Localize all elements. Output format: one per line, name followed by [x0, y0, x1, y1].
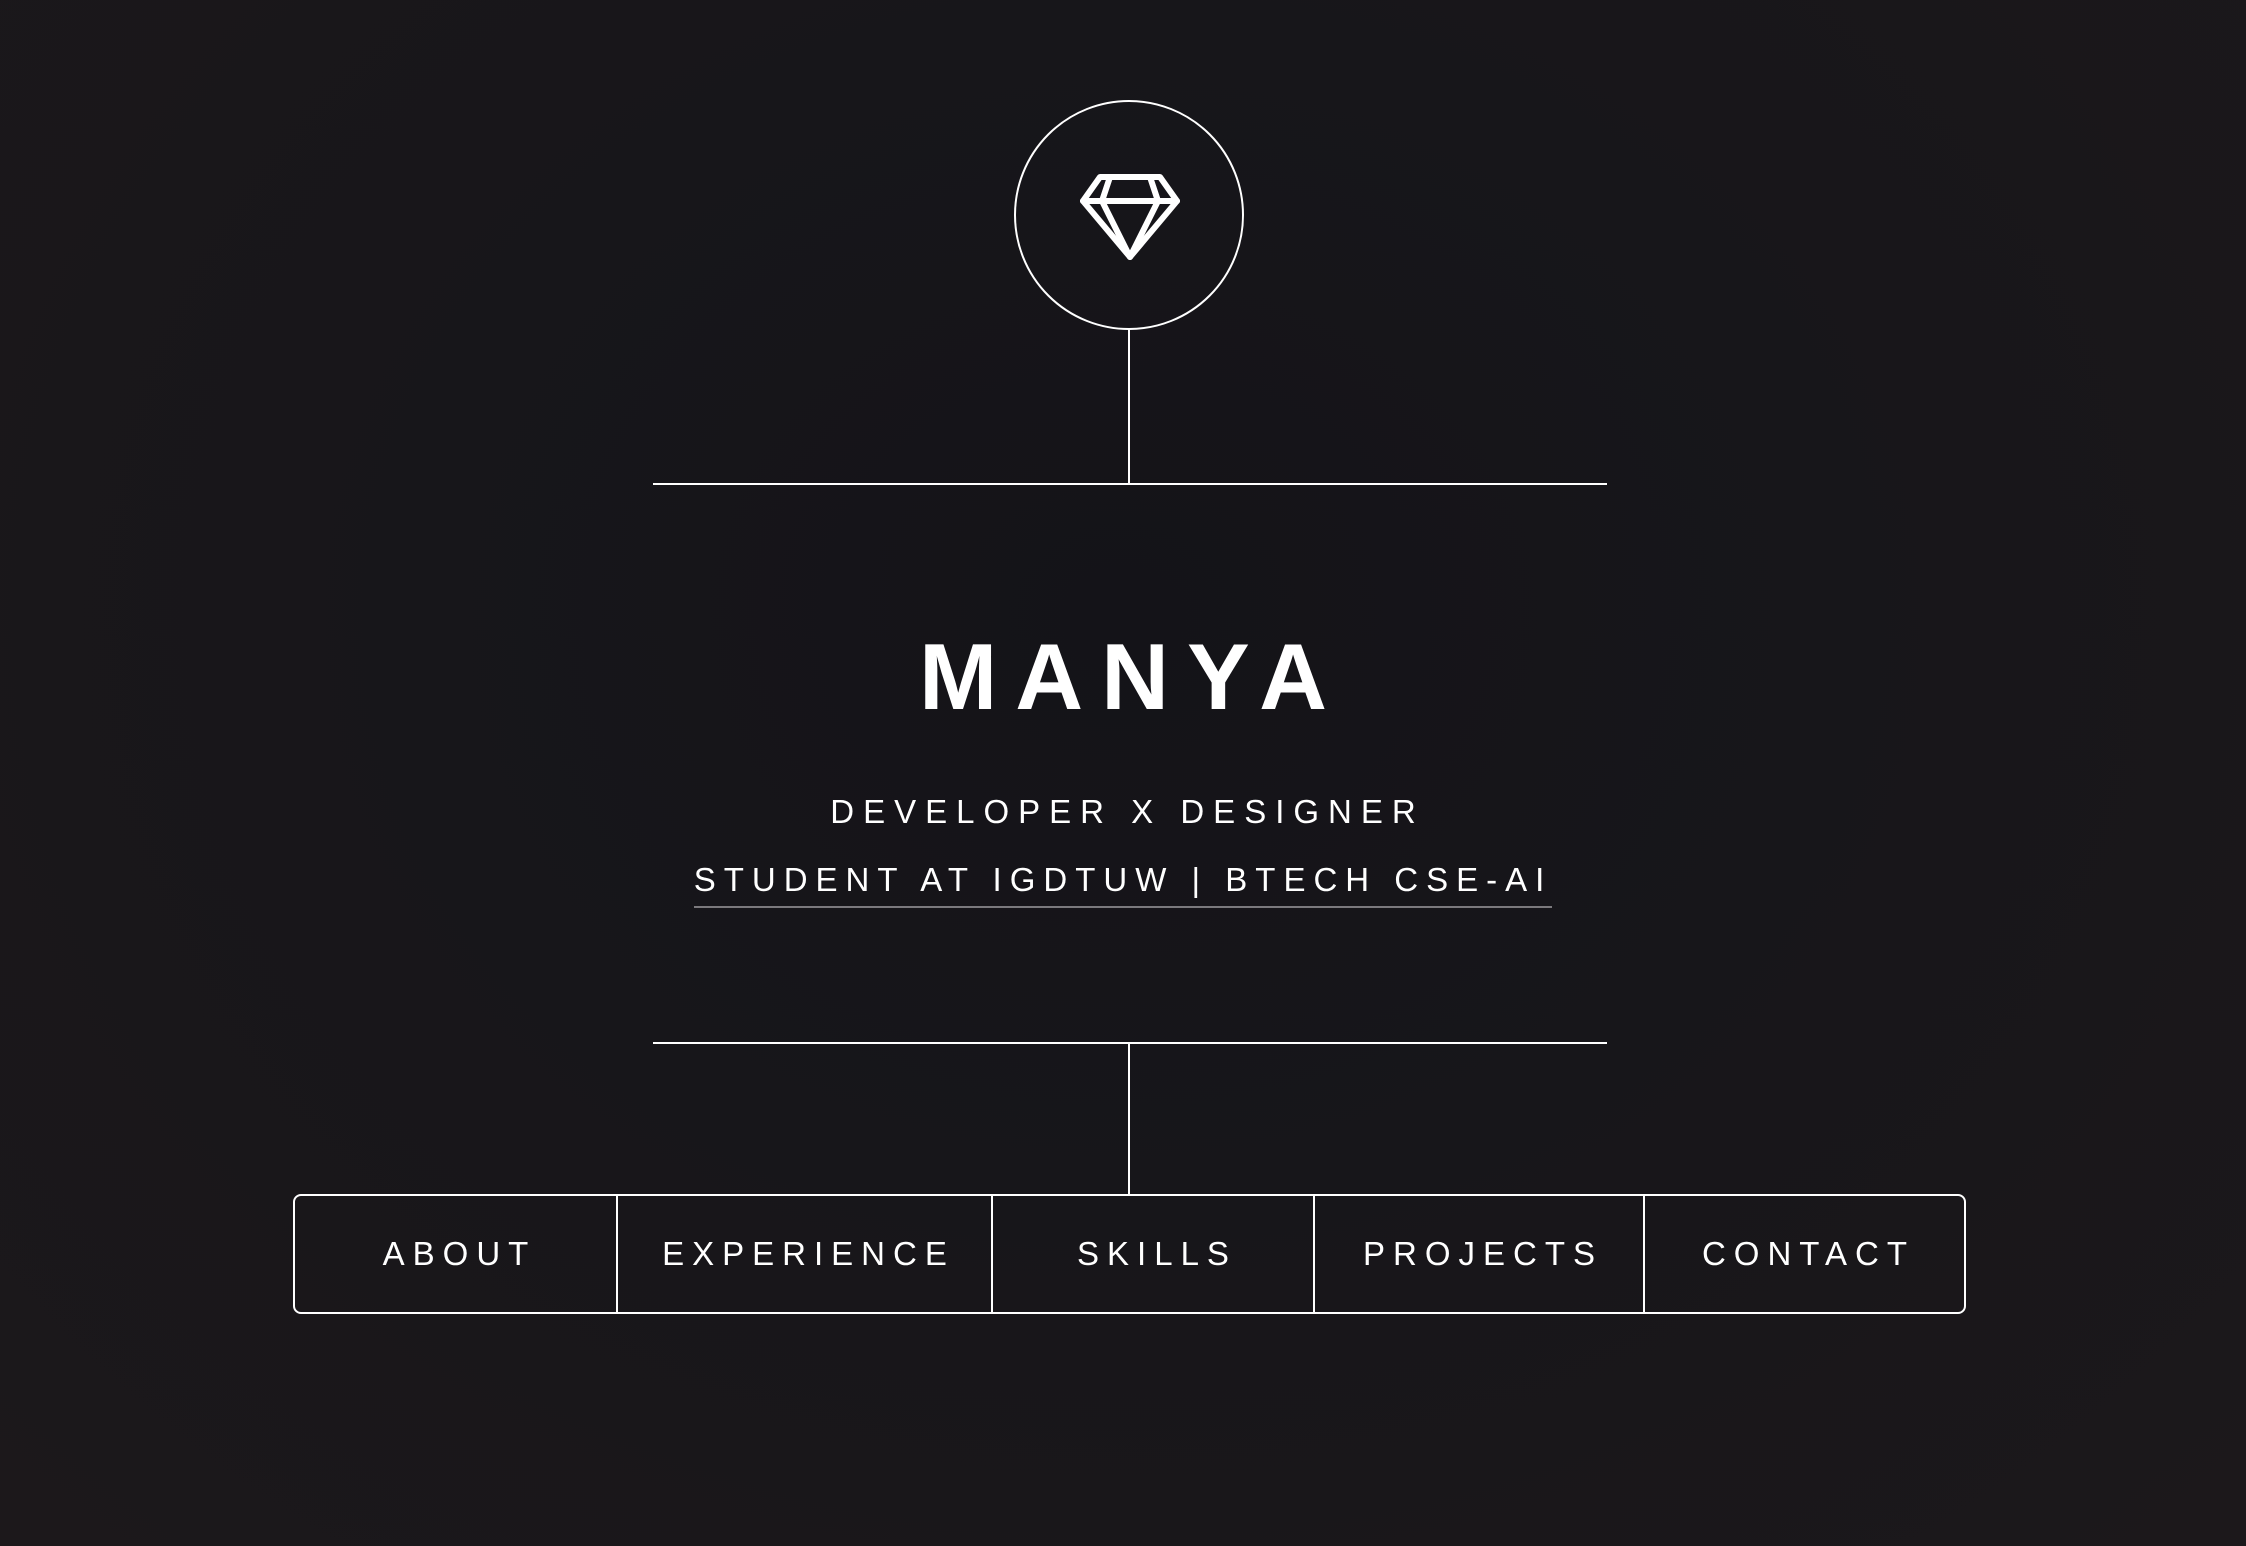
nav-item-label: ABOUT: [382, 1235, 537, 1272]
nav-item-label: CONTACT: [1701, 1235, 1916, 1272]
nav-item-contact[interactable]: CONTACT: [1645, 1196, 1964, 1312]
subtitle: DEVELOPER X DESIGNER: [830, 793, 1425, 830]
connector-line-top: [1128, 330, 1130, 484]
nav-item-label: SKILLS: [1077, 1235, 1237, 1272]
nav-item-skills[interactable]: SKILLS: [993, 1196, 1315, 1312]
page-title: MANYA: [918, 624, 1346, 729]
divider-bottom: [653, 1042, 1607, 1044]
diamond-icon: [1080, 174, 1180, 260]
nav-item-experience[interactable]: EXPERIENCE: [618, 1196, 993, 1312]
logo-circle: [1014, 100, 1244, 330]
divider-top: [653, 483, 1607, 485]
nav-item-projects[interactable]: PROJECTS: [1315, 1196, 1645, 1312]
nav-item-label: EXPERIENCE: [662, 1235, 955, 1272]
connector-line-bottom: [1128, 1043, 1130, 1195]
nav-item-label: PROJECTS: [1362, 1235, 1604, 1272]
tagline: STUDENT AT IGDTUW | BTECH CSE-AI: [693, 858, 1553, 908]
tagline-container: STUDENT AT IGDTUW | BTECH CSE-AI: [0, 858, 2246, 908]
nav-item-about[interactable]: ABOUT: [295, 1196, 618, 1312]
main-nav: ABOUT EXPERIENCE SKILLS PROJECTS CONTACT: [293, 1194, 1966, 1314]
